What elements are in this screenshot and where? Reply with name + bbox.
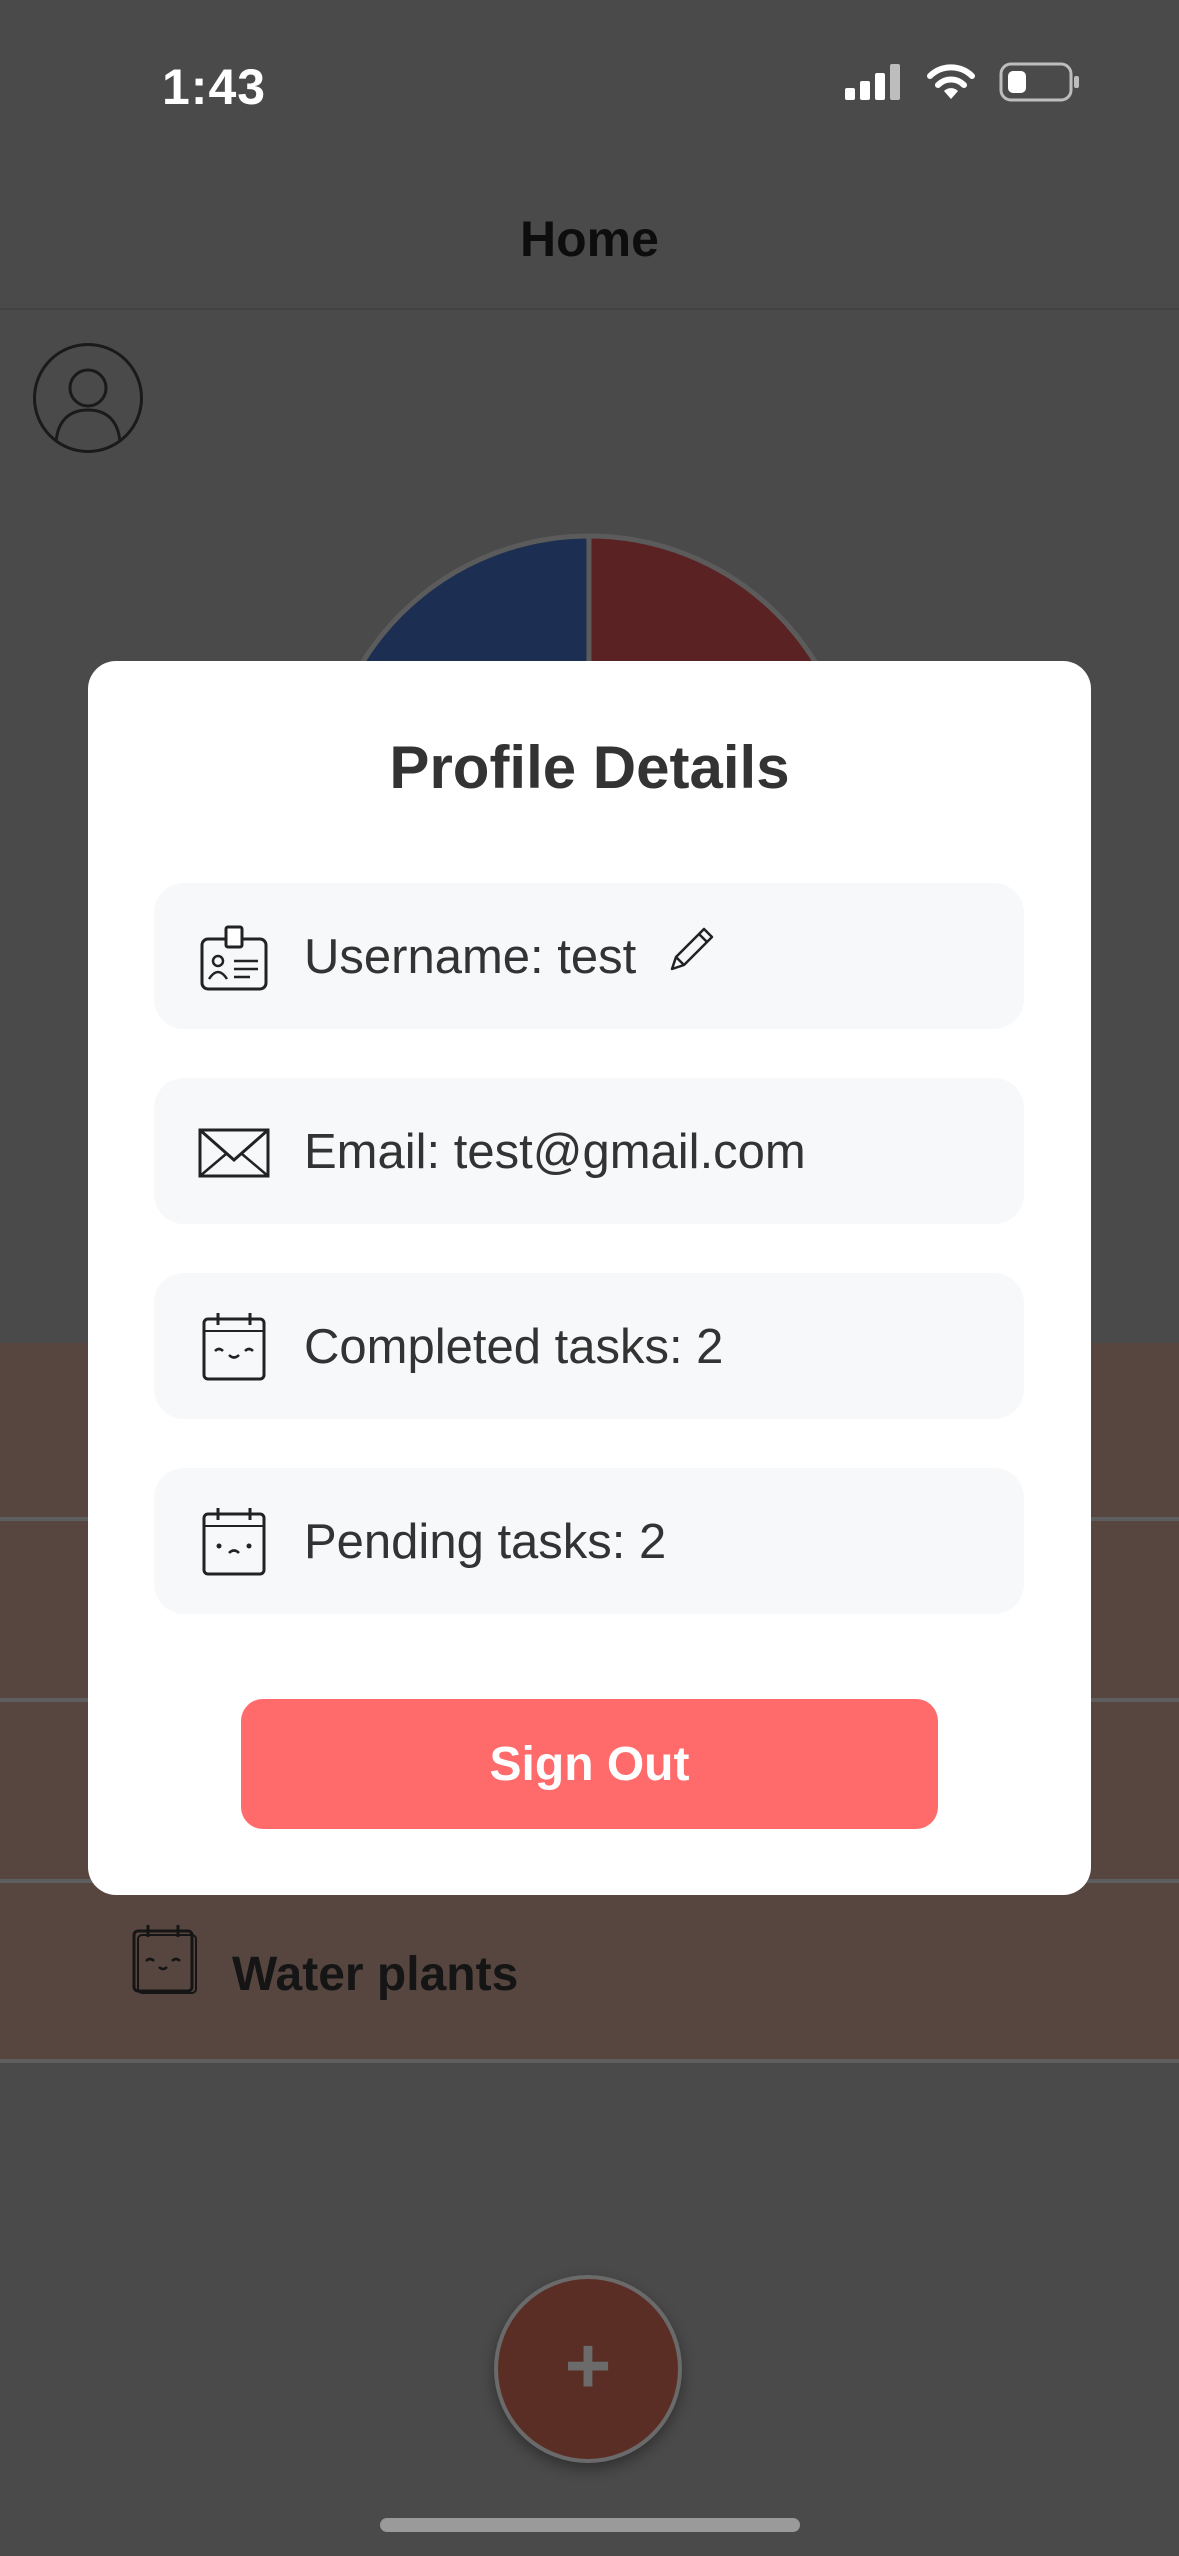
home-indicator bbox=[380, 2518, 800, 2532]
id-badge-icon bbox=[200, 925, 268, 991]
list-item[interactable]: Water plants bbox=[0, 1885, 1179, 2060]
plus-icon: + bbox=[564, 2321, 612, 2410]
task-pie-chart bbox=[340, 533, 838, 700]
username-text: Username: test bbox=[304, 930, 637, 984]
task-title: Water plants bbox=[232, 1948, 519, 2001]
envelope-icon bbox=[198, 1128, 270, 1178]
completed-tasks-row: Completed tasks: 2 bbox=[154, 1273, 1024, 1419]
calendar-happy-icon bbox=[202, 1313, 266, 1381]
email-text: Email: test@gmail.com bbox=[304, 1125, 806, 1179]
profile-details-modal: Profile Details Username: test Email: te… bbox=[88, 661, 1091, 1895]
pending-tasks-row: Pending tasks: 2 bbox=[154, 1468, 1024, 1614]
add-task-button[interactable]: + bbox=[494, 2275, 682, 2463]
pending-tasks-text: Pending tasks: 2 bbox=[304, 1515, 667, 1569]
username-row: Username: test bbox=[154, 883, 1024, 1029]
sign-out-button[interactable]: Sign Out bbox=[241, 1699, 938, 1829]
modal-title: Profile Details bbox=[389, 734, 790, 801]
pencil-icon[interactable] bbox=[664, 923, 718, 977]
email-row: Email: test@gmail.com bbox=[154, 1078, 1024, 1224]
completed-tasks-text: Completed tasks: 2 bbox=[304, 1320, 724, 1374]
calendar-sad-icon bbox=[202, 1508, 266, 1576]
calendar-face-icon bbox=[132, 1925, 197, 1994]
